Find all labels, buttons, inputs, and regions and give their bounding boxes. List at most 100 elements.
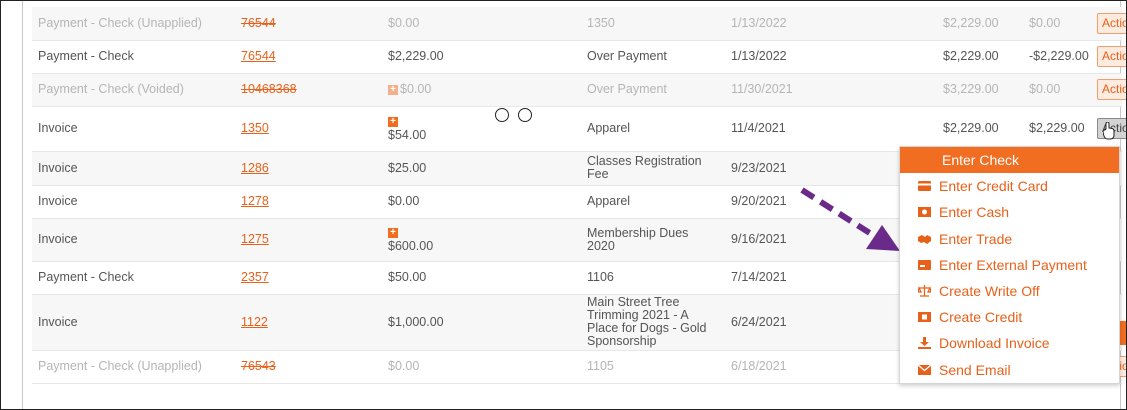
menu-item-create-write-off[interactable]: Create Write Off [900,278,1119,304]
menu-item-label: Enter Credit Card [939,178,1048,195]
description-cell: Classes Registration Fee [581,151,725,186]
cash-icon [918,207,931,218]
total-cell: $3,229.00 [937,73,1023,107]
transaction-description: 1105 [587,359,614,373]
balance-cell: $0.00 [1023,7,1091,41]
amount-value: $50.00 [388,270,427,284]
total-cell: $2,229.00 [937,40,1023,74]
transaction-total: $2,229.00 [943,49,999,63]
transaction-date: 9/23/2021 [731,160,787,175]
external-payment-icon [918,259,931,270]
description-cell: Over Payment [581,40,725,74]
type-cell: Invoice [32,185,235,219]
transaction-number-link[interactable]: 76544 [241,49,276,63]
amount-cell: $50.00 [382,261,581,295]
credit-icon [918,312,931,323]
actions-button-label: Actions [1102,49,1126,64]
expand-plus-icon[interactable]: + [388,84,398,95]
description-cell: 1105 [581,350,725,384]
table-row: Payment - Check 76544 $2,229.00 Over Paymen… [32,40,1126,74]
transaction-date: 9/20/2021 [731,194,787,208]
menu-item-enter-trade[interactable]: Enter Trade [900,226,1119,252]
type-cell: Payment - Check (Unapplied) [32,350,235,384]
amount-cell: $0.00 [382,185,581,219]
transaction-number-link[interactable]: 1286 [241,161,269,175]
annotation-circle [518,108,532,122]
menu-item-send-email[interactable]: Send Email [900,357,1119,383]
transaction-total: $2,229.00 [943,15,999,30]
menu-item-enter-cash[interactable]: Enter Cash [900,199,1119,225]
amount-cell: $0.00 [382,350,581,384]
number-cell: 2357 [235,261,382,295]
transaction-number-link[interactable]: 76543 [241,359,276,373]
edge-tab [1120,321,1126,345]
transaction-date: 1/13/2022 [731,49,787,63]
menu-item-enter-external-payment[interactable]: Enter External Payment [900,252,1119,278]
type-cell: Invoice [32,218,235,262]
hand-cursor-icon [1103,122,1115,140]
transaction-balance: $2,229.00 [1029,121,1085,135]
actions-cell: Actions ▼ [1091,40,1126,74]
handshake-icon [918,234,931,244]
transaction-total: $3,229.00 [943,82,999,96]
transaction-number-link[interactable]: 76544 [241,16,276,30]
menu-item-enter-check[interactable]: Enter Check [900,147,1119,174]
total-cell: $2,229.00 [937,106,1023,152]
transaction-number-link[interactable]: 1275 [241,232,269,246]
type-cell: Payment - Check [32,261,235,295]
download-icon [918,337,931,350]
menu-item-download-invoice[interactable]: Download Invoice [900,330,1119,356]
transaction-number-link[interactable]: 1350 [241,121,269,135]
amount-value: $0.00 [400,82,432,96]
expand-plus-icon[interactable]: + [388,117,398,128]
menu-item-create-credit[interactable]: Create Credit [900,304,1119,330]
description-cell: 1350 [581,7,725,41]
transaction-number-link[interactable]: 2357 [241,270,269,284]
transaction-description: 1106 [587,270,614,284]
transaction-description: Over Payment [587,82,667,96]
transaction-description: 1350 [587,15,615,30]
actions-button[interactable]: Actions ▼ [1097,12,1126,34]
transaction-number-link[interactable]: 1278 [241,194,269,208]
amount-cell: $2,229.00 [382,40,581,74]
transaction-type: Payment - Check [38,49,134,63]
amount-cell: $0.00 [382,7,581,41]
transaction-balance: -$2,229.00 [1029,49,1089,63]
expand-plus-icon[interactable]: + [388,228,398,239]
number-cell: 1286 [235,151,382,186]
transaction-number-link[interactable]: 1122 [241,315,268,329]
transaction-number-link[interactable]: 10468368 [241,82,297,96]
amount-cell: + $54.00 [382,106,581,152]
menu-item-label: Enter Trade [939,230,1013,247]
number-cell: 10468368 [235,73,382,107]
date-cell: 1/13/2022 [725,40,937,74]
transaction-type: Invoice [38,160,78,175]
transaction-type: Payment - Check (Unapplied) [38,359,202,373]
actions-button-label: Actions [1102,82,1126,97]
transaction-type: Invoice [38,232,78,246]
credit-card-icon [918,181,931,192]
menu-item-enter-credit-card[interactable]: Enter Credit Card [900,173,1119,199]
actions-dropdown-menu: Enter Check Enter Credit Card Enter Cash En… [899,146,1120,384]
amount-cell: + $0.00 [382,73,581,107]
date-cell: 1/13/2022 [725,7,937,41]
menu-item-label: Send Email [939,361,1011,378]
description-cell: Apparel [581,106,725,152]
total-cell: $2,229.00 [937,7,1023,41]
transaction-date: 9/16/2021 [731,232,787,246]
actions-button[interactable]: Actions ▼ [1097,79,1126,100]
number-cell: 76543 [235,350,382,384]
transaction-type: Payment - Check [38,270,134,284]
annotation-circle [495,108,509,122]
type-cell: Payment - Check (Voided) [32,73,235,107]
number-cell: 76544 [235,7,382,41]
actions-button-label: Actions [1102,15,1126,30]
transaction-date: 11/30/2021 [731,82,793,96]
amount-value: $0.00 [388,194,420,208]
transaction-date: 6/24/2021 [731,314,787,329]
transaction-description: Apparel [587,194,631,208]
transaction-date: 6/18/2021 [731,359,787,373]
actions-button[interactable]: Actions ▼ [1097,46,1126,67]
amount-value: $25.00 [388,160,427,175]
balance-cell: $0.00 [1023,73,1091,107]
